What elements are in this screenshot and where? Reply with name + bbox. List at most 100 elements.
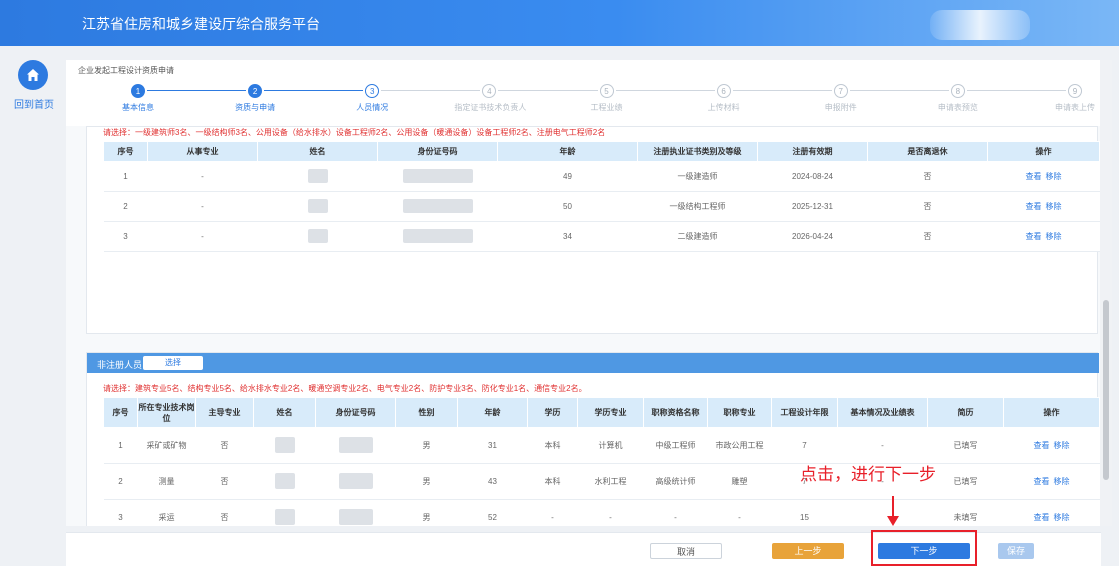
step-number: 2 bbox=[248, 84, 263, 98]
column-header: 操作 bbox=[987, 141, 1100, 162]
remove-link[interactable]: 移除 bbox=[1054, 441, 1070, 450]
basic-cell: - bbox=[837, 427, 928, 464]
age-cell: 31 bbox=[457, 427, 528, 464]
unregistered-header: 非注册人员 选择 bbox=[87, 353, 1099, 373]
age-cell: 49 bbox=[497, 161, 638, 192]
id-cell bbox=[377, 191, 498, 222]
retired-cell: 否 bbox=[867, 191, 988, 222]
column-header: 序号 bbox=[103, 141, 148, 162]
home-label[interactable]: 回到首页 bbox=[8, 96, 60, 111]
step-progress: 1 基本信息 2 资质与申请 3 人员情况 4 指定证书技术负责人 5 工程业绩 6 上传材料 7 申报附… bbox=[78, 82, 1095, 118]
operations-cell: 查看 移除 bbox=[1003, 463, 1100, 500]
row-number: 2 bbox=[103, 191, 148, 222]
unregistered-table: 序号 所在专业技术岗位 主导专业 姓名 身份证号码 性别 年龄 学历 学历专业 职称资格名称 职称专… bbox=[103, 397, 1100, 526]
redacted-name bbox=[274, 472, 295, 489]
id-cell bbox=[377, 221, 498, 252]
column-header: 学历专业 bbox=[577, 397, 644, 428]
years-cell: 7 bbox=[771, 427, 838, 464]
column-header: 注册执业证书类别及等级 bbox=[637, 141, 758, 162]
gender-cell: 男 bbox=[395, 499, 458, 526]
step-label: 指定证书技术负责人 bbox=[454, 103, 527, 112]
column-header: 从事专业 bbox=[147, 141, 258, 162]
redacted-id bbox=[402, 198, 473, 213]
step-5: 5 工程业绩 bbox=[572, 82, 642, 113]
row-number: 3 bbox=[103, 221, 148, 252]
step-number: 1 bbox=[131, 84, 145, 98]
name-cell bbox=[257, 221, 378, 252]
scrollbar-thumb[interactable] bbox=[1103, 300, 1109, 480]
column-header: 所在专业技术岗位 bbox=[137, 397, 196, 428]
cert-cell: 一级结构工程师 bbox=[637, 191, 758, 222]
age-cell: 34 bbox=[497, 221, 638, 252]
table-row: 2 测量否男 43 本科 水利工程 高级统计师 雕塑 7- 已填写 查看 移除 bbox=[103, 463, 1100, 500]
column-header: 基本情况及业绩表 bbox=[837, 397, 928, 428]
table-row: 3-34 二级建造师 2026-04-24 否查看 移除 bbox=[103, 221, 1100, 252]
table-row: 1 采矿或矿物否男 31 本科 计算机 中级工程师 市政公用工程 7- 已填写 查看 移除 bbox=[103, 427, 1100, 464]
column-header: 年龄 bbox=[497, 141, 638, 162]
remove-link[interactable]: 移除 bbox=[1046, 232, 1062, 241]
step-6: 6 上传材料 bbox=[689, 82, 759, 113]
edu-cell: 本科 bbox=[527, 427, 578, 464]
remove-link[interactable]: 移除 bbox=[1054, 477, 1070, 486]
edu-major-cell: 计算机 bbox=[577, 427, 644, 464]
column-header: 注册有效期 bbox=[757, 141, 868, 162]
remove-link[interactable]: 移除 bbox=[1046, 202, 1062, 211]
step-label: 人员情况 bbox=[356, 103, 389, 112]
id-cell bbox=[315, 427, 396, 464]
valid-date-cell: 2024-08-24 bbox=[757, 161, 868, 192]
age-cell: 43 bbox=[457, 463, 528, 500]
view-link[interactable]: 查看 bbox=[1026, 232, 1042, 241]
redacted-id bbox=[338, 472, 373, 489]
lead-cell: 否 bbox=[195, 463, 254, 500]
view-link[interactable]: 查看 bbox=[1026, 172, 1042, 181]
column-header: 职称专业 bbox=[707, 397, 772, 428]
lead-cell: 否 bbox=[195, 499, 254, 526]
select-personnel-button[interactable]: 选择 bbox=[143, 356, 203, 370]
title-cell: 中级工程师 bbox=[643, 427, 708, 464]
user-avatar[interactable] bbox=[930, 10, 1030, 40]
cert-cell: 二级建造师 bbox=[637, 221, 758, 252]
column-header: 姓名 bbox=[253, 397, 316, 428]
redacted-name bbox=[274, 436, 295, 453]
edu-major-cell: 水利工程 bbox=[577, 463, 644, 500]
remove-link[interactable]: 移除 bbox=[1054, 513, 1070, 522]
step-2[interactable]: 2 资质与申请 bbox=[220, 82, 290, 113]
redacted-id bbox=[402, 228, 473, 243]
retired-cell: 否 bbox=[867, 161, 988, 192]
title-major-cell: 雕塑 bbox=[707, 463, 772, 500]
step-number: 7 bbox=[833, 84, 848, 98]
view-link[interactable]: 查看 bbox=[1026, 202, 1042, 211]
column-header: 年龄 bbox=[457, 397, 528, 428]
view-link[interactable]: 查看 bbox=[1034, 441, 1050, 450]
view-link[interactable]: 查看 bbox=[1034, 477, 1050, 486]
cancel-button[interactable]: 取消 bbox=[650, 543, 722, 559]
post-cell: 采运 bbox=[137, 499, 196, 526]
table-row: 1-49 一级建造师 2024-08-24 否查看 移除 bbox=[103, 161, 1100, 192]
home-button[interactable] bbox=[18, 60, 48, 90]
valid-date-cell: 2026-04-24 bbox=[757, 221, 868, 252]
view-link[interactable]: 查看 bbox=[1034, 513, 1050, 522]
page-scrollbar[interactable] bbox=[1100, 60, 1112, 526]
column-header: 学历 bbox=[527, 397, 578, 428]
step-4: 4 指定证书技术负责人 bbox=[454, 82, 527, 113]
column-header: 身份证号码 bbox=[315, 397, 396, 428]
title-major-cell: - bbox=[707, 499, 772, 526]
prev-step-button[interactable]: 上一步 bbox=[772, 543, 844, 559]
remove-link[interactable]: 移除 bbox=[1046, 172, 1062, 181]
title-cell: 高级统计师 bbox=[643, 463, 708, 500]
down-arrow-icon bbox=[887, 496, 899, 526]
no-cell: 3 bbox=[103, 499, 138, 526]
operations-cell: 查看 移除 bbox=[1003, 499, 1100, 526]
id-cell bbox=[315, 463, 396, 500]
save-button[interactable]: 保存 bbox=[998, 543, 1034, 559]
row-number: 1 bbox=[103, 161, 148, 192]
step-3[interactable]: 3 人员情况 bbox=[337, 82, 407, 113]
major-cell: - bbox=[147, 191, 258, 222]
resume-cell: 已填写 bbox=[927, 427, 1004, 464]
step-number: 5 bbox=[599, 84, 614, 98]
name-cell bbox=[257, 161, 378, 192]
redacted-id bbox=[338, 436, 373, 453]
step-1[interactable]: 1 基本信息 bbox=[103, 82, 173, 113]
post-cell: 采矿或矿物 bbox=[137, 427, 196, 464]
redacted-id bbox=[338, 508, 373, 525]
